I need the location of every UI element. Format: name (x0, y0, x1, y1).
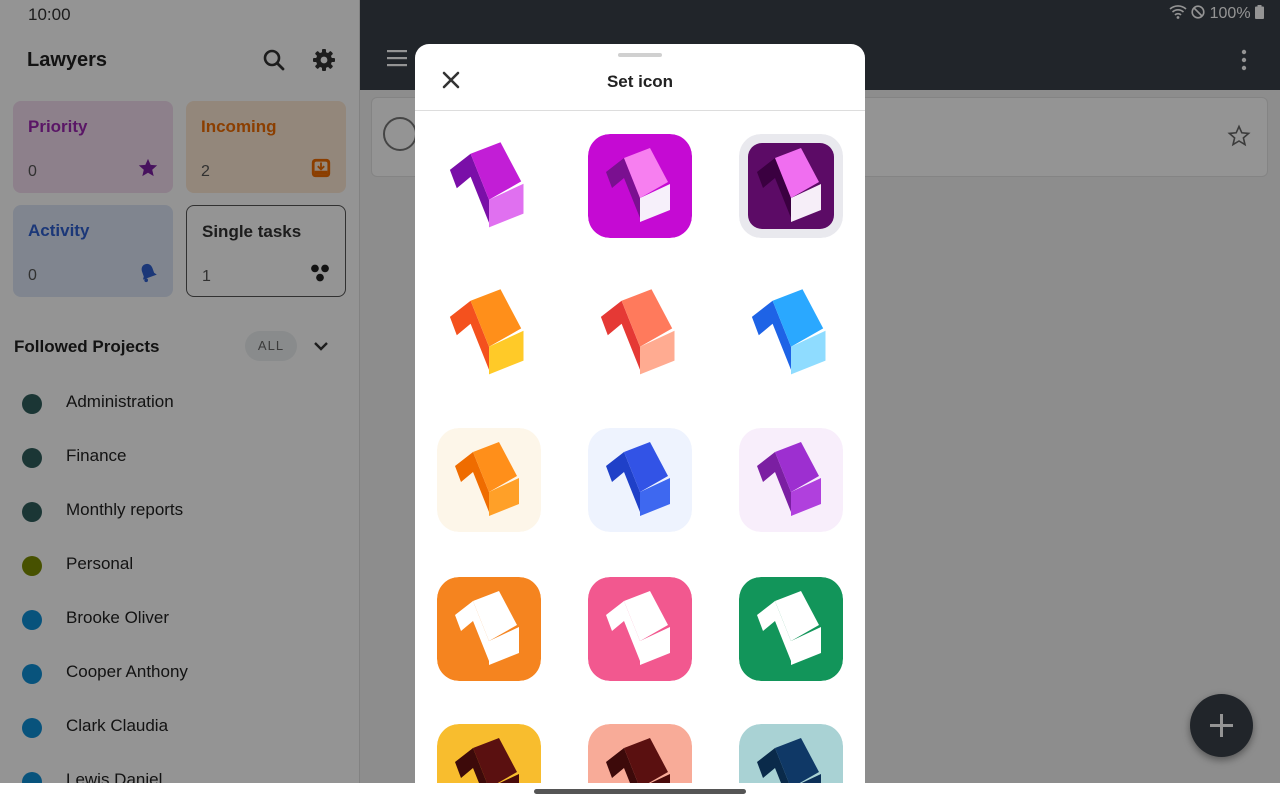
logo-icon (739, 428, 843, 532)
icon-option-7[interactable] (437, 428, 541, 532)
drag-handle[interactable] (618, 53, 662, 57)
icon-option-12[interactable] (739, 577, 843, 681)
icon-option-14[interactable] (588, 724, 692, 783)
icon-option-1[interactable] (437, 134, 541, 238)
logo-icon (588, 577, 692, 681)
logo-icon (588, 281, 692, 385)
icon-option-4[interactable] (437, 281, 541, 385)
logo-icon (739, 724, 843, 783)
logo-icon (588, 724, 692, 783)
icon-option-5[interactable] (588, 281, 692, 385)
logo-icon (437, 577, 541, 681)
logo-icon (437, 281, 541, 385)
logo-icon (437, 428, 541, 532)
logo-icon (437, 724, 541, 783)
logo-icon (588, 428, 692, 532)
icon-option-8[interactable] (588, 428, 692, 532)
home-gesture-pill[interactable] (534, 789, 746, 794)
logo-icon (739, 281, 843, 385)
icon-option-2[interactable] (588, 134, 692, 238)
app-root: 10:00 Lawyers Priority 0 Incoming 2 Acti… (0, 0, 1280, 800)
logo-icon (739, 577, 843, 681)
logo-icon (739, 134, 843, 238)
icon-option-9[interactable] (739, 428, 843, 532)
icon-option-6[interactable] (739, 281, 843, 385)
icon-option-15[interactable] (739, 724, 843, 783)
icon-option-10[interactable] (437, 577, 541, 681)
sheet-title: Set icon (606, 72, 674, 91)
logo-icon (588, 134, 692, 238)
icon-option-11[interactable] (588, 577, 692, 681)
icon-option-3[interactable] (739, 134, 843, 238)
icon-grid (415, 111, 865, 783)
system-nav-bar (0, 783, 1280, 800)
set-icon-sheet: Set icon (415, 44, 865, 783)
logo-icon (437, 134, 541, 238)
icon-option-13[interactable] (437, 724, 541, 783)
